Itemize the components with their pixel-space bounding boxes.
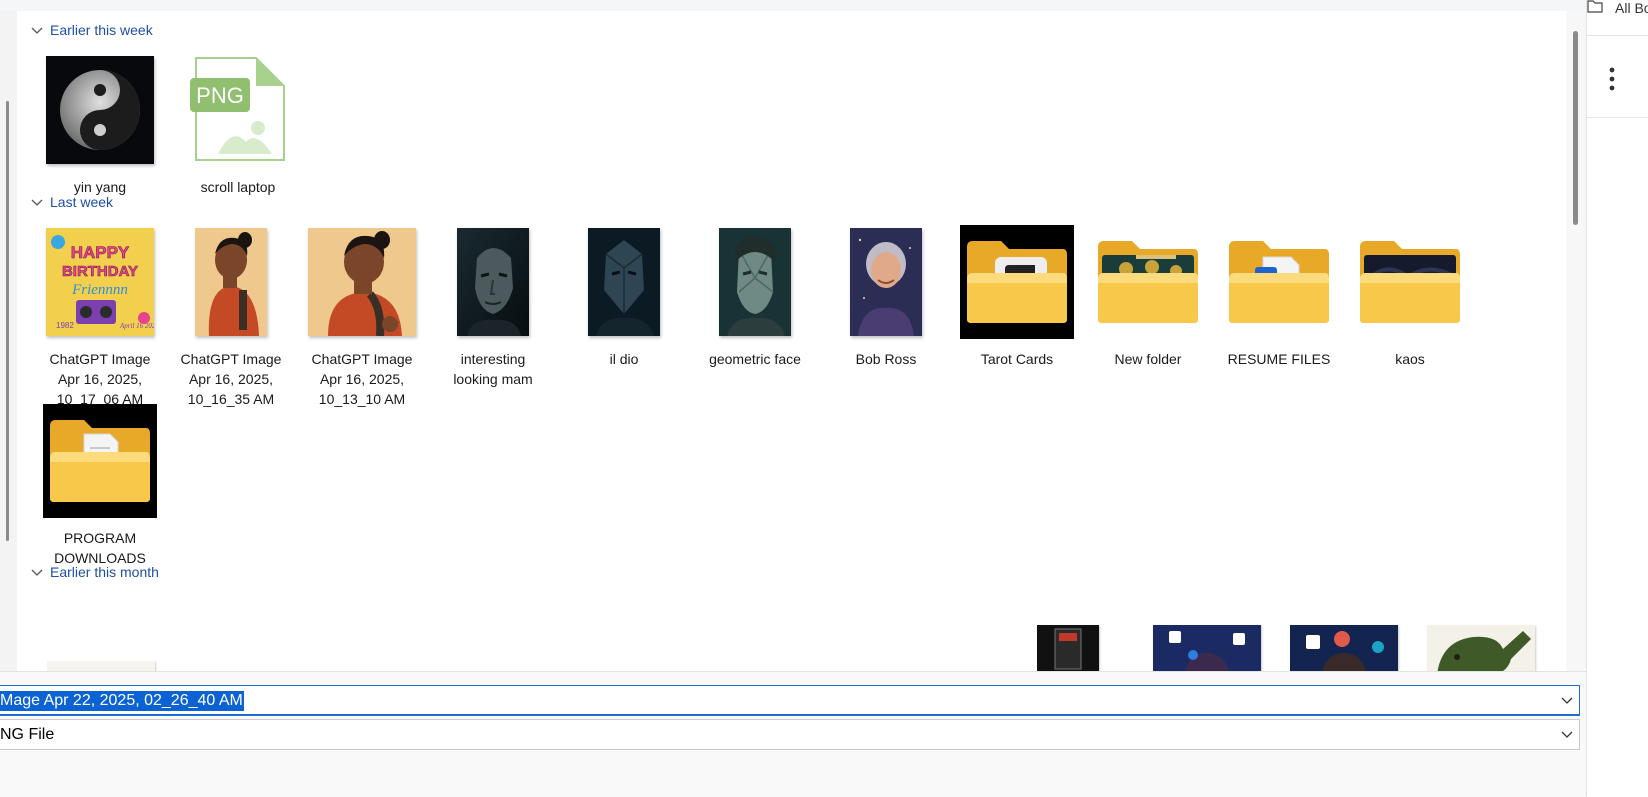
right-pane-header: All Bo [1587, 0, 1648, 36]
chevron-down-icon [31, 199, 43, 206]
woman-portrait-thumbnail [195, 228, 267, 336]
folder-item-resume-files[interactable]: W RESUME FILES [1218, 221, 1340, 369]
file-name: ChatGPT Image Apr 16, 2025, 10_13_10 AM [311, 351, 413, 407]
file-item-partial[interactable] [1037, 625, 1099, 671]
file-name-input[interactable]: Mage Apr 22, 2025, 02_26_40 AM [0, 685, 1580, 716]
navigation-pane-edge [0, 11, 17, 671]
file-item-chatgpt-image-1[interactable]: HAPPY BIRTHDAY Friennnn 1982 April 16 20… [39, 221, 161, 409]
file-item-chatgpt-image-3[interactable]: ChatGPT Image Apr 16, 2025, 10_13_10 AM [301, 221, 423, 409]
folder-item-tarot-cards[interactable]: Tarot Cards [956, 221, 1078, 369]
all-bookmarks-label[interactable]: All Bo [1615, 0, 1648, 16]
birthday-thumbnail: HAPPY BIRTHDAY Friennnn 1982 April 16 20… [46, 228, 154, 336]
group-label: Last week [50, 194, 114, 210]
folder-outline-icon [1587, 0, 1603, 13]
chevron-down-icon [31, 27, 43, 34]
chevron-down-icon [31, 569, 43, 576]
file-list: Earlier this week yin yang PNG scroll la… [17, 11, 1566, 671]
file-name: geometric face [709, 351, 801, 367]
nav-scrollbar-thumb[interactable] [6, 101, 9, 541]
birthday-line-2: BIRTHDAY [62, 263, 138, 280]
vertical-scrollbar[interactable] [1566, 11, 1586, 671]
file-item-interesting-looking-mam[interactable]: interesting looking mam [432, 221, 554, 389]
yin-yang-thumbnail [46, 56, 154, 164]
birthday-line-3: Friennnn [71, 282, 128, 298]
file-item-yin-yang[interactable]: yin yang [39, 49, 161, 197]
scrollbar-thumb[interactable] [1573, 31, 1578, 225]
group-header-earlier-this-month[interactable]: Earlier this month [30, 564, 159, 580]
group-header-last-week[interactable]: Last week [30, 194, 113, 210]
file-item-il-dio[interactable]: il dio [563, 221, 685, 369]
birthday-year: 1982 [56, 321, 74, 330]
folder-item-new-folder[interactable]: New folder [1087, 221, 1209, 369]
more-options-icon[interactable] [1609, 66, 1615, 96]
file-name: il dio [609, 351, 639, 367]
folder-icon [1098, 241, 1198, 323]
file-item-partial[interactable] [1427, 625, 1535, 671]
group-label: Earlier this month [50, 564, 159, 580]
folder-thumbnail-frame [43, 404, 157, 518]
folder-name: Tarot Cards [980, 351, 1054, 367]
png-badge: PNG [196, 83, 244, 108]
woman-portrait-thumbnail [308, 228, 416, 336]
face-portrait-thumbnail [457, 228, 529, 336]
face-portrait-thumbnail [719, 228, 791, 336]
right-pane: All Bo [1586, 0, 1648, 797]
file-name: ChatGPT Image Apr 16, 2025, 10_16_35 AM [180, 351, 282, 407]
folder-name: kaos [1395, 351, 1425, 367]
file-item-partial[interactable] [47, 661, 155, 671]
folder-thumbnail-frame [960, 225, 1074, 339]
file-type-select[interactable]: NG File [0, 719, 1580, 750]
folder-item-program-downloads[interactable]: PROGRAM DOWNLOADS [39, 400, 161, 568]
file-item-chatgpt-image-2[interactable]: ChatGPT Image Apr 16, 2025, 10_16_35 AM [170, 221, 292, 409]
file-name: Bob Ross [855, 351, 917, 367]
folder-icon: W [1229, 241, 1329, 323]
file-name: interesting looking mam [453, 351, 533, 387]
folder-icon [1360, 241, 1460, 323]
group-header-earlier-this-week[interactable]: Earlier this week [30, 22, 153, 38]
birthday-line-1: HAPPY [71, 243, 130, 262]
file-item-partial[interactable] [1153, 625, 1261, 671]
bob-ross-thumbnail [850, 228, 922, 336]
folder-name: PROGRAM DOWNLOADS [54, 530, 146, 566]
chevron-down-icon[interactable] [1561, 728, 1573, 740]
save-options-bar: Mage Apr 22, 2025, 02_26_40 AM NG File [0, 671, 1586, 797]
face-portrait-thumbnail [588, 228, 660, 336]
chevron-down-icon[interactable] [1561, 694, 1573, 706]
folder-item-kaos[interactable]: kaos [1349, 221, 1471, 369]
file-name: scroll laptop [200, 179, 276, 195]
file-item-partial[interactable] [1290, 625, 1398, 671]
right-pane-body [1587, 117, 1648, 797]
file-item-bob-ross[interactable]: Bob Ross [825, 221, 947, 369]
file-type-value: NG File [0, 726, 55, 743]
group-label: Earlier this week [50, 22, 153, 38]
file-item-geometric-face[interactable]: geometric face [694, 221, 816, 369]
folder-icon [967, 241, 1067, 323]
birthday-date: April 16 2025 [119, 322, 154, 330]
folder-name: New folder [1114, 351, 1182, 367]
file-name-value: Mage Apr 22, 2025, 02_26_40 AM [0, 691, 244, 711]
file-item-scroll-laptop[interactable]: PNG scroll laptop [177, 49, 299, 197]
folder-icon [50, 420, 150, 502]
png-file-icon: PNG [190, 57, 285, 161]
folder-name: RESUME FILES [1227, 351, 1331, 367]
